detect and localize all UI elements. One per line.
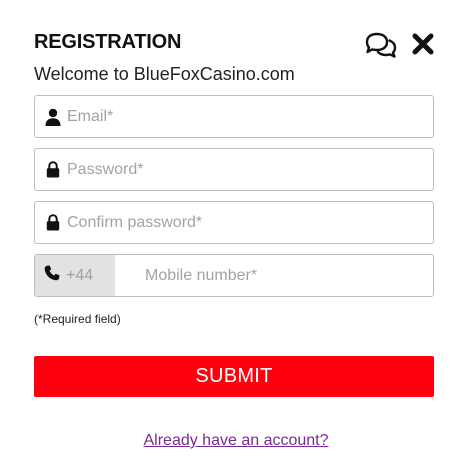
password-input[interactable] bbox=[65, 149, 433, 190]
close-icon[interactable] bbox=[411, 32, 435, 56]
welcome-text: Welcome to BlueFoxCasino.com bbox=[34, 64, 295, 84]
chat-bubbles-icon[interactable] bbox=[364, 31, 398, 59]
confirm-password-input[interactable] bbox=[65, 202, 433, 243]
lock-icon bbox=[35, 149, 65, 190]
lock-icon bbox=[35, 202, 65, 243]
mobile-number-input[interactable] bbox=[115, 255, 433, 296]
confirm-password-field-container bbox=[34, 201, 434, 244]
user-icon bbox=[35, 96, 65, 137]
password-field-container bbox=[34, 148, 434, 191]
email-input[interactable] bbox=[65, 96, 433, 137]
login-link[interactable]: Already have an account? bbox=[0, 432, 472, 450]
country-code: +44 bbox=[66, 266, 94, 284]
required-field-note: (*Required field) bbox=[34, 312, 121, 326]
submit-button[interactable]: SUBMIT bbox=[34, 356, 434, 397]
email-field-container bbox=[34, 95, 434, 138]
page-title: REGISTRATION bbox=[34, 31, 182, 53]
phone-icon bbox=[44, 265, 60, 286]
country-code-selector[interactable]: +44 bbox=[35, 255, 115, 296]
phone-field-container: +44 bbox=[34, 254, 434, 297]
